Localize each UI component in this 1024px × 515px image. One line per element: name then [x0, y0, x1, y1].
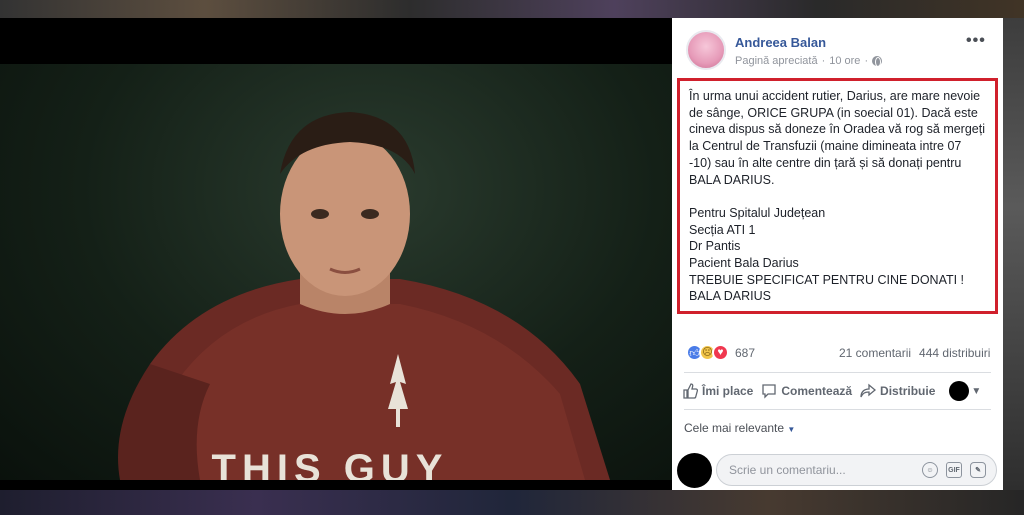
comments-count[interactable]: 21 comentarii	[839, 346, 911, 360]
user-avatar	[677, 453, 712, 488]
like-button[interactable]: Îmi place	[682, 383, 753, 399]
meta-separator: ·	[864, 55, 869, 67]
author-name[interactable]: Andreea Balan	[735, 35, 826, 50]
comment-composer: Scrie un comentariu... ☺ GIF ✎	[672, 449, 1003, 490]
post-actions: Îmi place Comentează Distribuie ▼	[682, 378, 992, 404]
share-button-label: Distribuie	[880, 384, 936, 398]
globe-icon[interactable]	[872, 56, 883, 67]
reaction-count: 687	[735, 345, 756, 360]
comment-button-label: Comentează	[781, 384, 853, 398]
post-header: Andreea Balan Pagină apreciată · 10 ore …	[672, 18, 1003, 78]
comment-icon	[762, 384, 777, 399]
background-right-edge	[1003, 18, 1024, 490]
gif-icon[interactable]: GIF	[946, 462, 962, 478]
like-button-label: Îmi place	[702, 384, 754, 398]
comment-input[interactable]: Scrie un comentariu... ☺ GIF ✎	[716, 454, 997, 486]
share-button[interactable]: Distribuie	[860, 383, 935, 399]
photo-viewer: THIS GUY	[0, 18, 672, 490]
chevron-down-icon: ▼	[787, 425, 796, 434]
love-reaction-icon: ♥	[712, 344, 729, 361]
share-icon	[860, 383, 877, 398]
divider	[684, 372, 991, 373]
author-avatar[interactable]	[686, 30, 726, 70]
background-thumbnails-top	[0, 0, 1024, 18]
post-photo[interactable]: THIS GUY	[0, 64, 672, 480]
post-text: În urma unui accident rutier, Darius, ar…	[689, 89, 986, 304]
sticker-icon[interactable]: ✎	[970, 462, 986, 478]
post-meta: Pagină apreciată · 10 ore ·	[735, 55, 883, 67]
post-timestamp[interactable]: 10 ore	[829, 55, 860, 67]
comment-tools: ☺ GIF ✎	[922, 462, 986, 478]
post-sidebar: Andreea Balan Pagină apreciată · 10 ore …	[672, 18, 1003, 490]
engagement-counts: 21 comentarii 444 distribuiri	[839, 346, 990, 360]
comment-button[interactable]: Comentează	[761, 383, 852, 399]
divider	[684, 409, 991, 410]
shares-count[interactable]: 444 distribuiri	[919, 346, 990, 360]
background-thumbnails-bottom	[0, 490, 1024, 515]
thumbs-up-icon	[683, 383, 698, 399]
photo-shirt-text: THIS GUY	[212, 447, 449, 480]
reactions-summary[interactable]: 👍︎ ☹ ♥ 687	[686, 344, 755, 361]
share-audience-avatar[interactable]	[949, 381, 970, 401]
post-text-highlight: În urma unui accident rutier, Darius, ar…	[677, 78, 998, 314]
emoji-icon[interactable]: ☺	[922, 462, 938, 478]
more-options-icon[interactable]: •••	[966, 32, 986, 50]
comments-filter[interactable]: Cele mai relevante ▼	[684, 421, 795, 435]
comment-placeholder: Scrie un comentariu...	[729, 463, 846, 477]
photo-illustration: THIS GUY	[118, 112, 610, 480]
page-liked-label: Pagină apreciată	[735, 55, 818, 67]
comments-filter-label: Cele mai relevante	[684, 421, 785, 435]
chevron-down-icon[interactable]: ▼	[971, 386, 981, 397]
meta-separator: ·	[821, 55, 826, 67]
